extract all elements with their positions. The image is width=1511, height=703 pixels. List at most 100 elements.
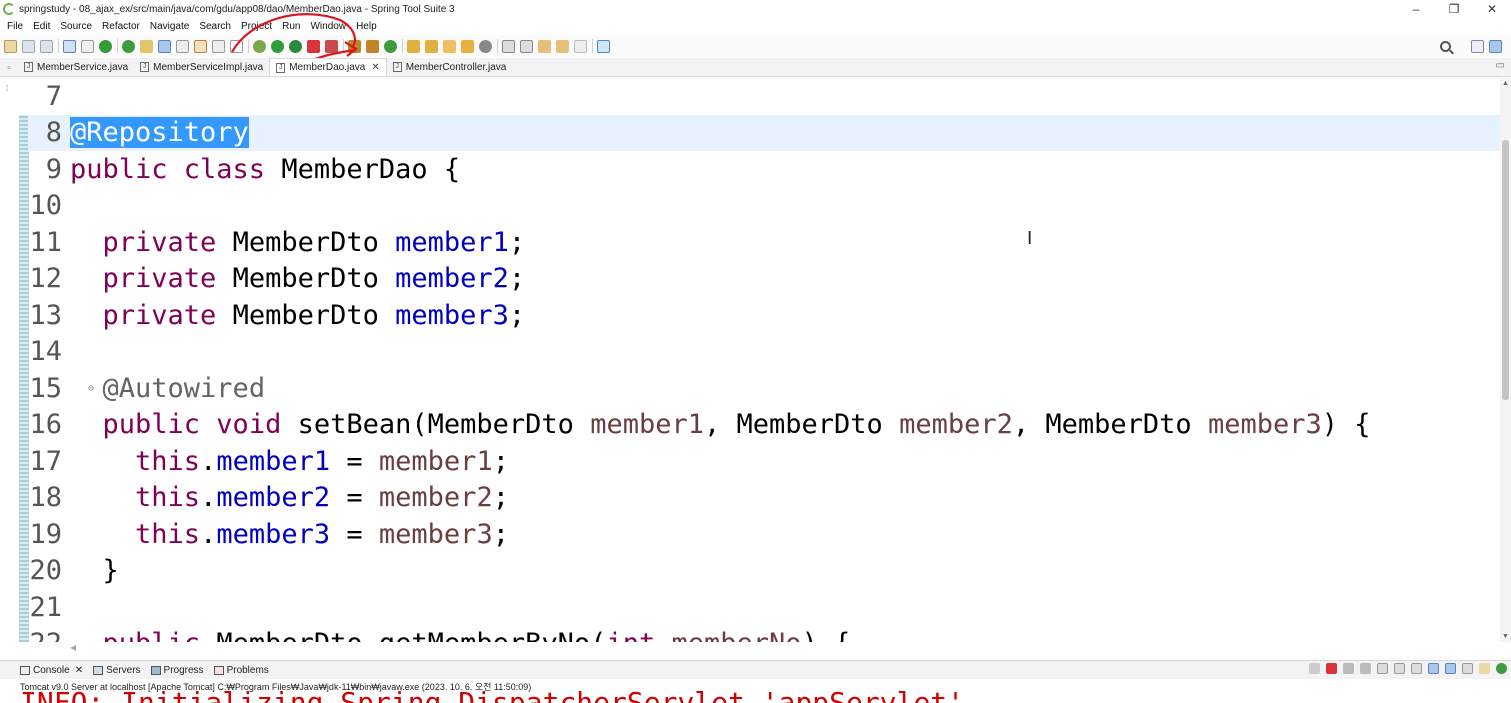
keyword: this xyxy=(135,518,201,550)
menu-file[interactable]: File xyxy=(2,21,28,32)
new-package-icon[interactable] xyxy=(366,39,379,53)
toolbar-separator xyxy=(402,39,403,53)
horizontal-scrollbar[interactable]: ◀ xyxy=(70,642,1511,654)
code-text: . xyxy=(200,482,217,514)
clear-console-icon[interactable] xyxy=(1309,663,1320,674)
open-task-icon[interactable] xyxy=(425,39,438,53)
field-name: member3 xyxy=(395,299,509,331)
fold-toggle-icon[interactable]: ⊖ xyxy=(88,383,94,394)
next-annotation-icon[interactable] xyxy=(502,39,515,53)
scrollbar-thumb[interactable] xyxy=(1502,140,1509,400)
code-line: 7 xyxy=(28,78,70,115)
show-on-output-icon[interactable] xyxy=(1411,663,1422,674)
scroll-down-icon[interactable]: ▼ xyxy=(1502,633,1509,640)
pin-editor-icon[interactable] xyxy=(597,39,610,53)
terminal-icon[interactable] xyxy=(63,39,76,53)
code-text: , MemberDto xyxy=(1012,409,1208,441)
tab-member-service[interactable]: J MemberService.java xyxy=(18,58,134,76)
menu-source[interactable]: Source xyxy=(55,21,97,32)
toolbar-right xyxy=(1440,35,1507,57)
menu-run[interactable]: Run xyxy=(277,21,305,32)
window-controls: – ❐ ✕ xyxy=(1397,0,1511,18)
line-number: 15 xyxy=(29,372,62,404)
remove-launch-icon[interactable] xyxy=(1343,663,1354,674)
new-console-icon[interactable] xyxy=(1479,663,1490,674)
search-icon[interactable] xyxy=(1440,40,1451,52)
word-wrap-icon[interactable] xyxy=(176,39,189,53)
scroll-left-icon[interactable]: ◀ xyxy=(70,643,76,652)
restore-button[interactable]: ❐ xyxy=(1435,0,1473,18)
debug-icon[interactable] xyxy=(253,39,266,53)
console-output: INFO: Initializing Spring DispatcherServ… xyxy=(20,686,965,703)
show-whitespace-icon[interactable] xyxy=(212,39,225,53)
mark-occurrences-icon[interactable] xyxy=(158,39,171,53)
tab-member-service-impl[interactable]: J MemberServiceImpl.java xyxy=(134,58,269,76)
previous-annotation-icon[interactable] xyxy=(520,39,533,53)
stop-icon[interactable] xyxy=(307,39,320,53)
forward-icon[interactable] xyxy=(574,39,587,53)
scroll-up-icon[interactable]: ▲ xyxy=(1502,80,1509,87)
word-wrap-console-icon[interactable] xyxy=(1394,663,1405,674)
new-class-icon[interactable] xyxy=(384,39,397,53)
maximize-editor-icon[interactable]: ▭ xyxy=(1496,60,1505,71)
minimize-button[interactable]: – xyxy=(1397,0,1435,18)
parameter: member1 xyxy=(590,409,704,441)
back-icon[interactable] xyxy=(556,39,569,53)
run-server-icon[interactable] xyxy=(289,39,302,53)
open-folder-icon[interactable] xyxy=(407,39,420,53)
remove-all-icon[interactable] xyxy=(1360,663,1371,674)
code-text: MemberDto getMemberByNo( xyxy=(200,628,606,642)
tab-label: Servers xyxy=(106,664,141,676)
code-line: 21 xyxy=(28,589,70,626)
menu-help[interactable]: Help xyxy=(351,21,382,32)
last-edit-icon[interactable] xyxy=(538,39,551,53)
line-number: 22 xyxy=(28,628,62,642)
save-icon[interactable] xyxy=(22,39,35,53)
menu-window[interactable]: Window xyxy=(305,21,351,32)
skip-breakpoints-icon[interactable] xyxy=(81,39,94,53)
java-ee-perspective-icon[interactable] xyxy=(1489,39,1502,53)
menu-edit[interactable]: Edit xyxy=(28,21,55,32)
menu-search[interactable]: Search xyxy=(194,21,236,32)
tab-console[interactable]: Console ✕ xyxy=(20,665,83,676)
terminate-icon[interactable] xyxy=(1326,663,1337,674)
menu-navigate[interactable]: Navigate xyxy=(145,21,194,32)
vertical-scrollbar[interactable]: ▲ ▼ xyxy=(1500,78,1511,642)
minimize-editor-icon[interactable]: ▫ xyxy=(0,57,18,76)
tab-servers[interactable]: Servers xyxy=(93,664,141,676)
tab-member-dao[interactable]: J MemberDao.java ✕ xyxy=(269,58,387,76)
title-bar: springstudy - 08_ajax_ex/src/main/java/c… xyxy=(0,0,1511,18)
close-icon[interactable]: ✕ xyxy=(371,62,379,73)
refresh-icon[interactable] xyxy=(122,39,135,53)
pin-console-icon[interactable] xyxy=(1428,663,1439,674)
block-selection-icon[interactable] xyxy=(194,39,207,53)
close-button[interactable]: ✕ xyxy=(1473,0,1511,18)
open-perspective-icon[interactable] xyxy=(461,39,474,53)
open-perspective-button-icon[interactable] xyxy=(1471,39,1484,53)
pilcrow-icon[interactable] xyxy=(230,39,243,53)
tab-member-controller[interactable]: J MemberController.java xyxy=(387,58,513,76)
close-icon[interactable]: ✕ xyxy=(75,665,83,676)
tab-problems[interactable]: Problems xyxy=(213,665,269,676)
open-console-icon[interactable] xyxy=(1462,663,1473,674)
globe-icon[interactable] xyxy=(479,39,492,53)
new-icon[interactable] xyxy=(4,39,17,53)
code-line: 20 } xyxy=(28,553,118,590)
code-editor[interactable]: ⁞ 7 8 @Repository 9 public class MemberD… xyxy=(0,78,1511,642)
menu-refactor[interactable]: Refactor xyxy=(97,21,145,32)
menu-project[interactable]: Project xyxy=(236,21,277,32)
display-console-icon[interactable] xyxy=(1445,663,1456,674)
search-toolbar-icon[interactable] xyxy=(443,39,456,53)
spring-boot-icon[interactable] xyxy=(99,39,112,53)
main-toolbar xyxy=(0,35,1511,57)
scroll-lock-icon[interactable] xyxy=(1377,663,1388,674)
save-all-icon[interactable] xyxy=(40,39,53,53)
new-java-project-icon[interactable] xyxy=(348,39,361,53)
run-icon[interactable] xyxy=(271,39,284,53)
external-tools-icon[interactable] xyxy=(325,39,338,53)
gear-icon[interactable] xyxy=(1496,663,1507,674)
open-type-icon[interactable] xyxy=(140,39,153,53)
code-text: MemberDto xyxy=(216,226,396,258)
code-line: 22 public MemberDto getMemberByNo(int me… xyxy=(28,626,850,642)
tab-progress[interactable]: Progress xyxy=(150,665,204,676)
